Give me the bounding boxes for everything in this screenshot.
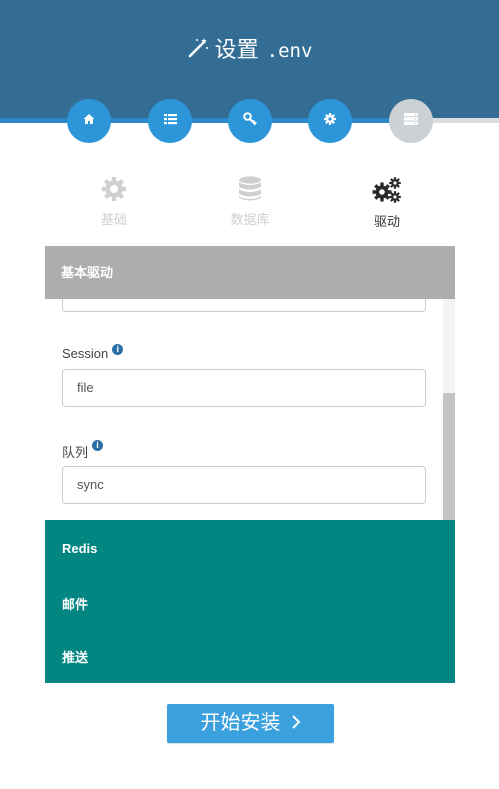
- step-list-button[interactable]: [148, 99, 192, 143]
- info-circle-icon: i: [112, 344, 124, 355]
- home-icon: [83, 112, 95, 130]
- title-env: .env: [266, 40, 313, 62]
- session-label-text: Session: [62, 346, 109, 361]
- session-label: Session i: [62, 344, 124, 361]
- queue-label: 队列 i: [62, 440, 104, 461]
- step-key-button[interactable]: [228, 99, 272, 143]
- panel-title[interactable]: 基本驱动: [45, 246, 455, 299]
- step-server-button[interactable]: [389, 99, 433, 143]
- session-driver-input[interactable]: file: [62, 369, 426, 407]
- cache-driver-input[interactable]: [62, 299, 426, 312]
- step-cog-button[interactable]: [308, 99, 352, 143]
- magic-wand-icon: [187, 37, 209, 65]
- queue-label-text: 队列: [62, 445, 89, 460]
- step-home-button[interactable]: [67, 99, 111, 143]
- driver-panel: 基本驱动 Session i file 队列 i sync Redis 邮件 推送: [45, 246, 455, 683]
- cog-icon: [324, 112, 336, 130]
- install-button-label: 开始安装: [200, 712, 281, 734]
- info-circle-icon: i: [92, 440, 104, 451]
- chevron-right-icon: [291, 704, 301, 743]
- database-icon: [238, 176, 262, 205]
- collapsed-sections: Redis 邮件 推送: [45, 520, 455, 683]
- start-install-button[interactable]: 开始安装: [167, 704, 334, 743]
- section-push[interactable]: 推送: [62, 647, 88, 666]
- list-icon: [163, 112, 177, 130]
- server-icon: [404, 112, 418, 130]
- cog-icon: [101, 177, 127, 205]
- tab-basic[interactable]: 基础: [59, 176, 169, 228]
- key-icon: [243, 111, 257, 131]
- title-text: 设置: [214, 37, 259, 62]
- section-mail[interactable]: 邮件: [62, 594, 88, 613]
- tab-database-label: 数据库: [230, 212, 270, 227]
- panel-body: Session i file 队列 i sync: [45, 299, 455, 520]
- tab-bar: 基础 数据库 驱动: [0, 176, 499, 236]
- tab-database[interactable]: 数据库: [195, 176, 305, 228]
- cogs-icon: [372, 177, 402, 207]
- tab-driver[interactable]: 驱动: [332, 176, 442, 230]
- section-redis[interactable]: Redis: [62, 541, 97, 556]
- queue-driver-input[interactable]: sync: [62, 466, 426, 504]
- scrollbar-thumb[interactable]: [443, 393, 455, 520]
- page-title: 设置 .env: [0, 32, 499, 65]
- tab-basic-label: 基础: [100, 212, 127, 227]
- tab-driver-label: 驱动: [373, 214, 400, 229]
